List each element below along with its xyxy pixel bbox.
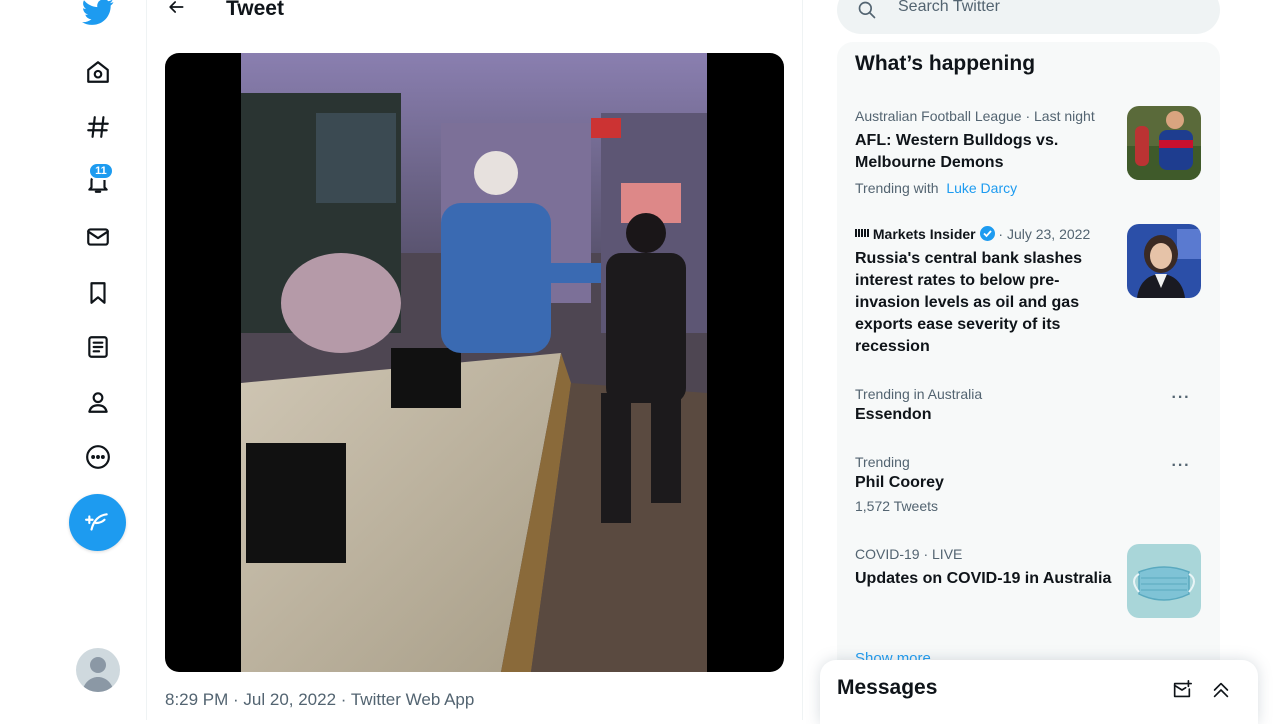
- trend-source-line: Markets Insider · July 23, 2022: [855, 224, 1115, 244]
- page-title: Tweet: [226, 0, 284, 20]
- back-arrow-icon[interactable]: [163, 0, 189, 20]
- trend-headline: Essendon: [855, 406, 932, 423]
- default-avatar-icon: [82, 657, 114, 692]
- search-bar[interactable]: [837, 0, 1220, 34]
- lists-icon[interactable]: [78, 327, 118, 367]
- markets-insider-logo-icon: [855, 229, 869, 237]
- whats-happening-panel: What’s happening Australian Football Lea…: [837, 42, 1220, 682]
- compose-tweet-button[interactable]: [69, 494, 126, 551]
- trend-thumbnail: [1127, 106, 1201, 180]
- trend-tweet-count: 1,572 Tweets: [855, 498, 939, 514]
- trend-thumbnail: [1127, 544, 1201, 618]
- trend-item[interactable]: Trending Phil Coorey 1,572 Tweets: [855, 452, 1205, 516]
- feather-plus-icon: [84, 512, 108, 531]
- home-icon[interactable]: [78, 52, 118, 92]
- twitter-logo-icon[interactable]: [78, 0, 118, 32]
- profile-icon[interactable]: [78, 382, 118, 422]
- trending-with-label: Trending with: [855, 180, 939, 196]
- left-navigation: 11: [0, 0, 147, 720]
- messages-title: Messages: [837, 676, 938, 699]
- more-options-icon[interactable]: ···: [1167, 388, 1195, 408]
- trend-headline: Phil Coorey: [855, 474, 944, 491]
- trend-item[interactable]: Trending in Australia Essendon: [855, 384, 1205, 426]
- trend-trending-with: Trending with Luke Darcy: [855, 178, 1115, 198]
- explore-hashtag-icon[interactable]: [78, 107, 118, 147]
- verified-badge-icon: [979, 226, 995, 241]
- expand-chevron-up-icon[interactable]: [1209, 678, 1233, 702]
- account-avatar[interactable]: [76, 648, 120, 692]
- trend-meta: COVID-19 · LIVE: [855, 546, 963, 562]
- trend-headline: Updates on COVID-19 in Australia: [855, 570, 1112, 587]
- trend-source: Markets Insider: [872, 226, 976, 242]
- trend-item[interactable]: Markets Insider · July 23, 2022 Russia's…: [855, 224, 1115, 358]
- video-scene-image: [241, 53, 707, 672]
- bookmarks-icon[interactable]: [78, 273, 118, 313]
- new-message-icon[interactable]: [1170, 678, 1194, 702]
- trend-meta: Trending: [855, 454, 910, 470]
- search-icon: [857, 0, 877, 25]
- trend-meta: Trending in Australia: [855, 386, 983, 402]
- trend-headline: Russia's central bank slashes interest r…: [855, 250, 1083, 355]
- afl-player-image: [1127, 106, 1201, 180]
- trend-meta: Australian Football League · Last night: [855, 108, 1095, 124]
- trend-headline: AFL: Western Bulldogs vs. Melbourne Demo…: [855, 132, 1059, 171]
- tweet-timestamp[interactable]: 8:29 PM · Jul 20, 2022 · Twitter Web App: [165, 690, 474, 710]
- trend-item[interactable]: Australian Football League · Last night …: [855, 106, 1115, 198]
- central-bank-governor-image: [1127, 224, 1201, 298]
- messages-mail-icon[interactable]: [78, 217, 118, 257]
- tweet-video-player[interactable]: [165, 53, 784, 672]
- search-input[interactable]: [898, 0, 1198, 16]
- video-frame: [241, 53, 707, 672]
- trend-item[interactable]: COVID-19 · LIVE Updates on COVID-19 in A…: [855, 544, 1115, 590]
- more-options-icon[interactable]: ···: [1167, 456, 1195, 476]
- face-mask-image: [1127, 544, 1201, 618]
- messages-drawer[interactable]: Messages: [820, 660, 1258, 724]
- notification-badge: 11: [88, 162, 114, 180]
- trend-date: · July 23, 2022: [998, 226, 1091, 242]
- more-options-icon[interactable]: [78, 437, 118, 477]
- trending-with-link[interactable]: Luke Darcy: [946, 180, 1017, 196]
- trends-title: What’s happening: [855, 52, 1036, 75]
- trend-thumbnail: [1127, 224, 1201, 298]
